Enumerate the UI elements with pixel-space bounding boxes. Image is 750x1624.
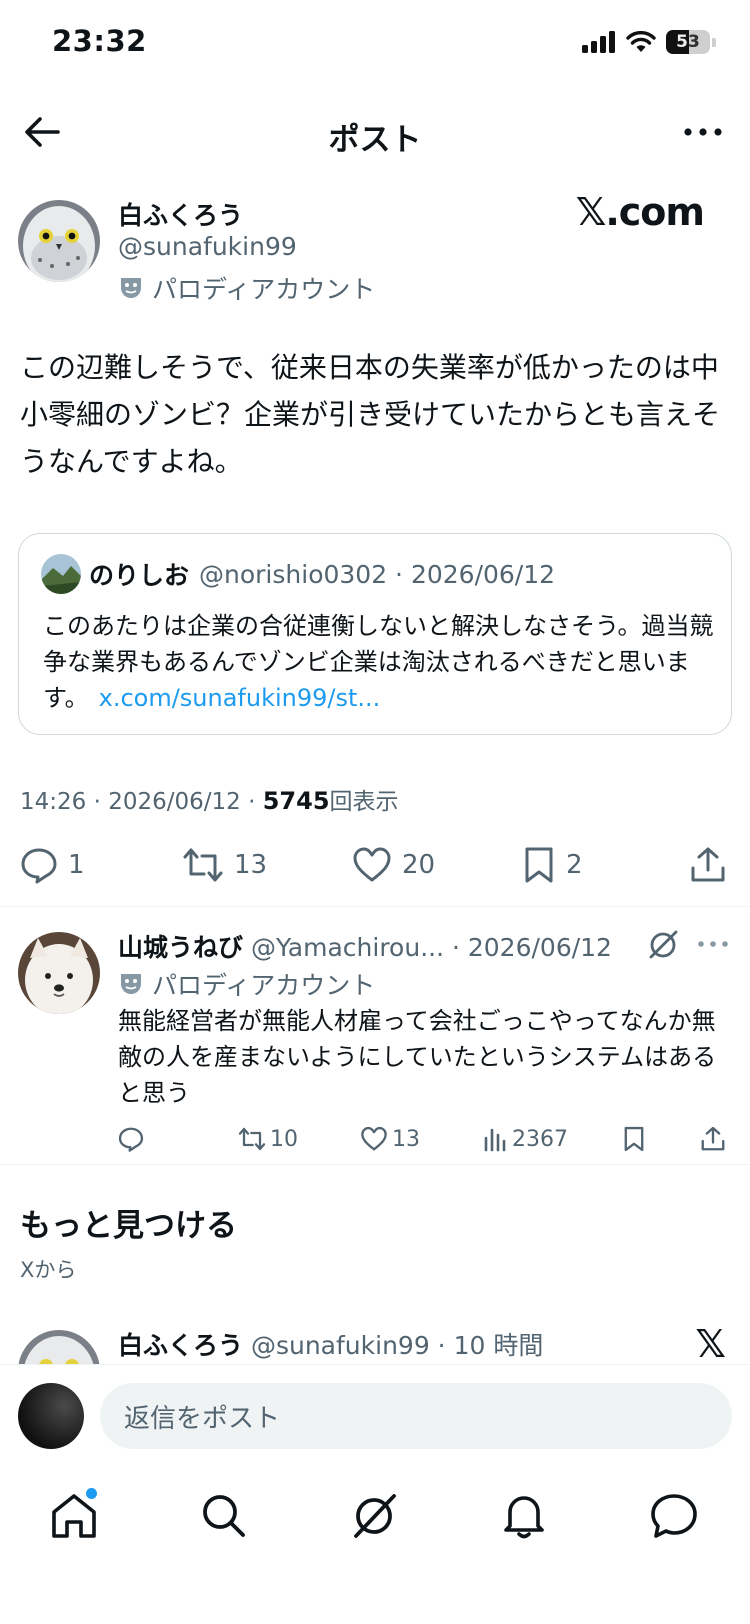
divider [0, 1164, 750, 1165]
theater-mask-icon [121, 278, 141, 298]
discover-subtitle: Xから [20, 1258, 77, 1282]
reply-button[interactable]: 1 [20, 846, 85, 884]
reply-views-button[interactable]: 2367 [482, 1126, 568, 1152]
battery-icon: 53 [666, 30, 710, 54]
next-post-header: 白ふくろう @sunafukin99 · 10 時間 [118, 1326, 543, 1362]
cellular-signal-icon [582, 31, 615, 53]
like-button[interactable]: 20 [352, 846, 435, 884]
reply-input-placeholder: 返信をポスト [124, 1403, 281, 1434]
quoted-post-text: このあたりは企業の合従連衡しないと解決しなさそう。過当競争な業界もあるんでゾンビ… [43, 608, 715, 716]
reply-views-count: 2367 [512, 1126, 568, 1152]
repost-count: 13 [234, 850, 268, 880]
post-text: この辺難しそうで、従来日本の失業率が低かったのは中小零細のゾンビ？企業が引き受け… [20, 351, 721, 478]
bookmark-icon [624, 1126, 644, 1152]
more-options-icon[interactable] [680, 110, 726, 154]
like-count: 20 [402, 850, 436, 880]
reply-share-button[interactable] [700, 1126, 726, 1152]
reply-count: 1 [68, 850, 85, 880]
reply-like-count: 13 [392, 1126, 420, 1152]
reply-icon [118, 1127, 144, 1152]
status-icons: 53 [582, 30, 716, 54]
grok-icon[interactable] [346, 1488, 402, 1544]
share-icon [701, 1126, 725, 1151]
post-timestamp-views: 14:26 · 2026/06/12 · 5745回表示 [20, 782, 399, 816]
grok-icon[interactable] [646, 928, 680, 962]
quoted-author-avatar [41, 554, 81, 594]
search-icon[interactable] [196, 1488, 252, 1544]
reply-action-bar: 10 13 2367 [0, 1122, 750, 1162]
next-post-meta: @sunafukin99 · 10 時間 [250, 1331, 544, 1360]
reply-author-name[interactable]: 山城うねび [118, 933, 243, 962]
quoted-post[interactable]: のりしお @norishio0302 · 2026/06/12 このあたりは企業… [18, 533, 732, 735]
divider [0, 906, 750, 907]
reply-meta: @Yamachirou... · 2026/06/12 [250, 933, 612, 962]
messages-icon[interactable] [646, 1488, 702, 1544]
quoted-author-name: のりしお [89, 561, 190, 590]
reply-author-avatar[interactable] [18, 932, 100, 1014]
bookmark-button[interactable]: 2 [522, 846, 583, 884]
post-timestamp: 14:26 · 2026/06/12 · [20, 789, 263, 815]
notifications-icon[interactable] [496, 1488, 552, 1544]
views-count[interactable]: 5745 [263, 787, 330, 815]
views-label: 回表示 [329, 789, 399, 815]
quoted-post-link[interactable]: x.com/sunafukin99/st... [99, 684, 381, 712]
discover-title: もっと見つける [20, 1208, 237, 1244]
author-avatar[interactable] [18, 200, 100, 282]
header: ポスト [0, 96, 750, 168]
reply-composer: 返信をポスト [0, 1364, 750, 1466]
parody-label: パロディアカウント [152, 275, 376, 304]
post-action-bar: 1 13 20 2 [0, 838, 750, 898]
wifi-icon [626, 31, 656, 52]
heart-icon [353, 847, 391, 882]
current-user-avatar[interactable] [18, 1383, 84, 1449]
parody-badge: パロディアカウント [118, 270, 375, 306]
reply-bookmark-button[interactable] [622, 1126, 646, 1152]
bottom-tab-bar [0, 1470, 750, 1624]
author-handle[interactable]: @sunafukin99 [118, 232, 297, 261]
reply-like-button[interactable]: 13 [360, 1126, 420, 1152]
quoted-post-header: のりしお @norishio0302 · 2026/06/12 [41, 554, 555, 594]
reply-parody-badge: パロディアカウント [118, 966, 375, 1002]
battery-level: 53 [676, 32, 700, 52]
share-button[interactable] [690, 846, 726, 884]
theater-mask-icon [121, 974, 141, 994]
reply-reply-button[interactable] [118, 1126, 144, 1152]
reply-more-icon[interactable] [696, 934, 730, 954]
quoted-post-meta: @norishio0302 · 2026/06/12 [199, 559, 556, 589]
reply-repost-button[interactable]: 10 [238, 1126, 298, 1152]
reply-text: 無能経営者が無能人材雇って会社ごっこやってなんか無敵の人を産まないようにしていた… [118, 1007, 717, 1107]
x-logo-icon: 𝕏 [695, 1322, 726, 1366]
next-post-author[interactable]: 白ふくろう [118, 1331, 243, 1360]
status-bar: 23:32 53 [0, 0, 750, 90]
reply-header: 山城うねび @Yamachirou... · 2026/06/12 [118, 928, 612, 964]
bookmark-count: 2 [566, 850, 583, 880]
status-time: 23:32 [52, 24, 147, 58]
xcom-watermark: 𝕏.com [575, 190, 705, 234]
page-title: ポスト [328, 122, 422, 158]
reply-icon [21, 848, 57, 884]
repost-icon [183, 848, 223, 882]
reply-repost-count: 10 [270, 1126, 298, 1152]
battery-cap [712, 37, 716, 47]
author-name[interactable]: 白ふくろう [118, 196, 243, 232]
repost-button[interactable]: 13 [182, 846, 267, 884]
home-notification-dot [86, 1488, 97, 1499]
analytics-icon [484, 1128, 506, 1152]
reply-input[interactable]: 返信をポスト [100, 1383, 732, 1449]
bookmark-icon [525, 847, 553, 883]
share-icon [691, 847, 725, 882]
reply-parody-label: パロディアカウント [152, 971, 376, 1000]
heart-icon [361, 1126, 387, 1151]
repost-icon [238, 1127, 266, 1151]
